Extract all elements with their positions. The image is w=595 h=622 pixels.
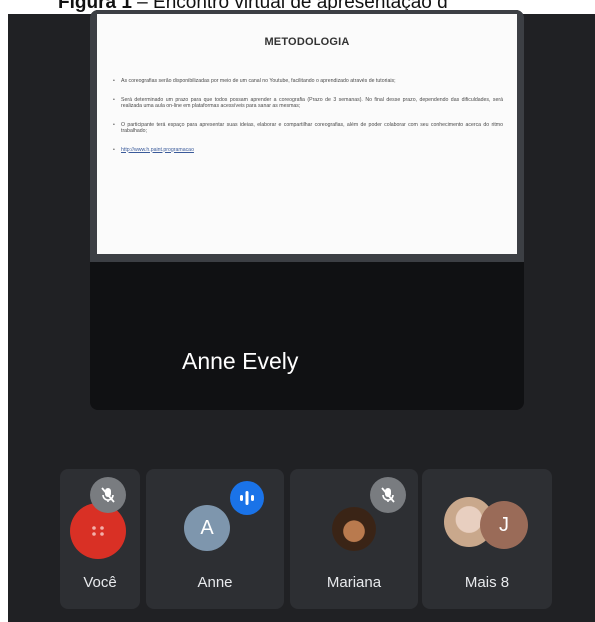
presentation-frame: METODOLOGIA As coreografias serão dispon… [90, 10, 524, 262]
speaking-indicator [230, 481, 264, 515]
mariana-avatar-photo [332, 507, 376, 551]
mic-off-icon [101, 487, 115, 503]
more-participants-label: Mais 8 [464, 574, 510, 591]
participant-name: Mariana [326, 574, 382, 591]
meet-window: METODOLOGIA As coreografias serão dispon… [8, 10, 595, 622]
participant-avatar-initial: J [480, 501, 528, 549]
anne-avatar: A [184, 505, 230, 551]
participant-tile-mariana[interactable]: Mariana [290, 469, 418, 609]
slide-bullet: Será determinado um prazo para que todos… [113, 97, 503, 110]
slide-link[interactable]: http://www.h.paint.programacao [113, 147, 503, 154]
main-speaker-tile[interactable]: METODOLOGIA As coreografias serão dispon… [90, 10, 524, 410]
participant-tile-anne[interactable]: A Anne [146, 469, 284, 609]
presentation-slide: METODOLOGIA As coreografias serão dispon… [97, 14, 517, 254]
muted-indicator [370, 477, 406, 513]
mic-off-icon [381, 487, 395, 503]
slide-bullet: As coreografias serão disponibilizadas p… [113, 78, 503, 85]
speaker-name: Anne Evely [182, 348, 299, 374]
audio-wave-icon [240, 491, 254, 505]
you-avatar [70, 503, 126, 559]
slide-title: METODOLOGIA [264, 36, 350, 48]
participant-tile-you[interactable]: Você [60, 469, 140, 609]
participant-name: Anne [197, 574, 233, 591]
participant-name: Você [83, 574, 117, 591]
slide-bullet: O participante terá espaço para apresent… [113, 122, 503, 135]
face-icon [92, 526, 104, 536]
slide-bullets: As coreografias serão disponibilizadas p… [113, 78, 503, 165]
participant-tile-more[interactable]: J Mais 8 [422, 469, 552, 609]
muted-indicator [90, 477, 126, 513]
